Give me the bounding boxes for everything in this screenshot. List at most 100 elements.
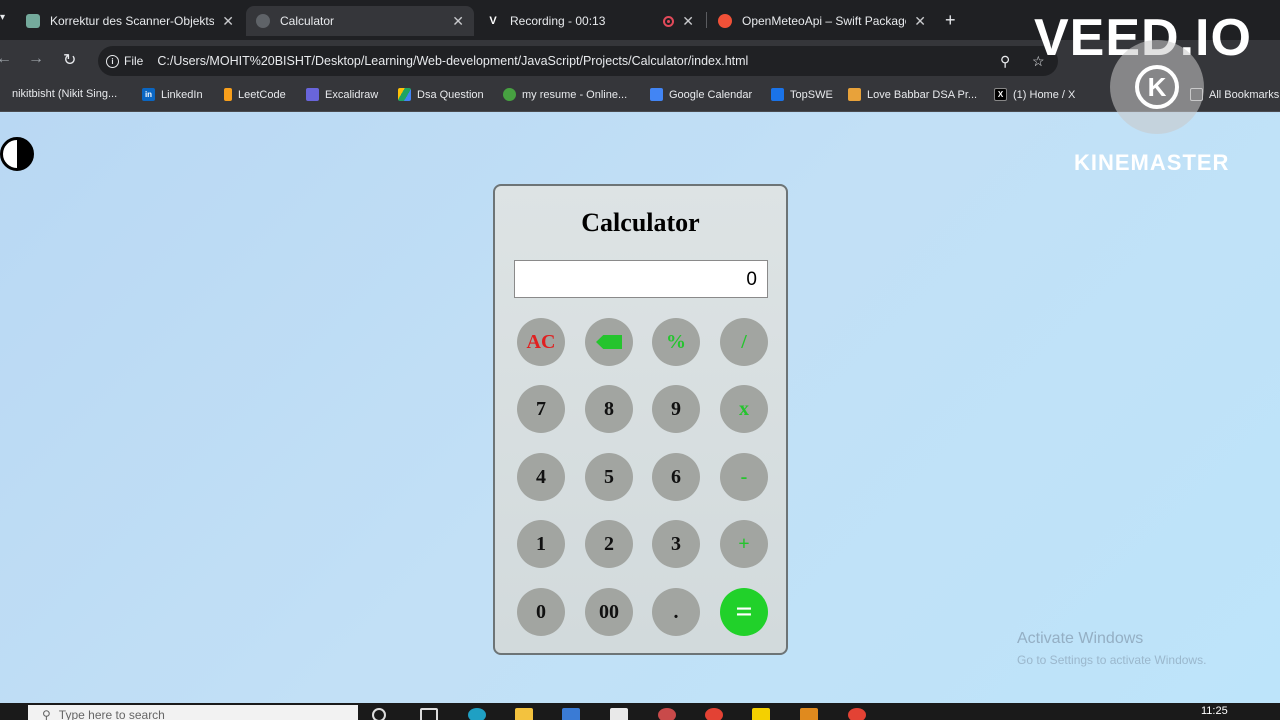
url-text[interactable]: C:/Users/MOHIT%20BISHT/Desktop/Learning/… — [157, 54, 748, 68]
leetcode-icon — [224, 88, 232, 101]
backspace-icon — [596, 335, 622, 349]
kinemaster-k-icon: K — [1135, 65, 1179, 109]
task-view-icon[interactable] — [420, 708, 438, 720]
key-6[interactable]: 6 — [652, 453, 700, 501]
drive-icon — [398, 88, 411, 101]
calculator-display: 0 — [514, 260, 768, 298]
forward-arrow-icon[interactable]: → — [28, 50, 44, 68]
equals-button[interactable]: = — [720, 588, 768, 636]
bookmark-label: LeetCode — [238, 88, 286, 101]
bookmark-label: (1) Home / X — [1013, 88, 1076, 101]
swift-icon — [718, 14, 732, 28]
address-bar[interactable]: i File C:/Users/MOHIT%20BISHT/Desktop/Le… — [98, 46, 1058, 76]
cortana-icon[interactable] — [372, 708, 386, 720]
new-tab-button[interactable]: + — [945, 10, 956, 31]
bookmark-topswe[interactable]: TopSWE — [771, 88, 833, 101]
taskbar-clock[interactable]: 11:25 — [1201, 705, 1228, 717]
file-explorer-icon[interactable] — [515, 708, 533, 720]
percent-button[interactable]: % — [652, 318, 700, 366]
bookmark-dsa-question[interactable]: Dsa Question — [398, 88, 484, 101]
activate-windows-subtitle: Go to Settings to activate Windows. — [1017, 653, 1207, 667]
key-1[interactable]: 1 — [517, 520, 565, 568]
calendar-icon — [650, 88, 663, 101]
tab-search-chevron-icon[interactable]: ▾ — [0, 12, 5, 23]
divide-button[interactable]: / — [720, 318, 768, 366]
bookmark-x-home[interactable]: X (1) Home / X — [994, 88, 1075, 101]
bookmark-label: LinkedIn — [161, 88, 203, 101]
tab-close-icon[interactable]: ✕ — [682, 13, 694, 30]
kinemaster-logo: K — [1110, 40, 1204, 134]
tab-close-icon[interactable]: ✕ — [452, 13, 464, 30]
backspace-button[interactable] — [585, 318, 633, 366]
paint-icon[interactable] — [658, 708, 676, 720]
bookmark-label: Love Babbar DSA Pr... — [867, 88, 978, 101]
edge-icon[interactable] — [468, 708, 486, 720]
globe-icon — [256, 14, 270, 28]
chrome-icon[interactable] — [705, 708, 723, 720]
key-4[interactable]: 4 — [517, 453, 565, 501]
activate-windows-title: Activate Windows — [1017, 630, 1144, 647]
x-icon: X — [994, 88, 1007, 101]
multiply-button[interactable]: x — [720, 385, 768, 433]
key-0[interactable]: 0 — [517, 588, 565, 636]
kinemaster-watermark: KINEMASTER — [1074, 150, 1230, 175]
tab-title: OpenMeteoApi – Swift Package — [742, 14, 907, 28]
key-7[interactable]: 7 — [517, 385, 565, 433]
veed-icon: V — [486, 14, 500, 28]
excalidraw-icon — [306, 88, 319, 101]
sticky-notes-icon[interactable] — [752, 708, 770, 720]
info-icon: i — [106, 54, 119, 68]
bookmark-label: TopSWE — [790, 88, 833, 101]
subtract-button[interactable]: - — [720, 453, 768, 501]
bookmark-resume[interactable]: my resume - Online... — [503, 88, 627, 101]
zoom-icon[interactable]: ⚲ — [1000, 53, 1010, 70]
page-viewport: Calculator 0 AC % / 7 8 9 x 4 5 6 - 1 2 … — [0, 113, 1280, 703]
windows-taskbar: ⚲ Type here to search 11:25 — [0, 703, 1280, 720]
key-3[interactable]: 3 — [652, 520, 700, 568]
back-arrow-icon[interactable]: ← — [0, 50, 12, 68]
tab-separator — [706, 12, 707, 28]
tab-title: Calculator — [280, 14, 335, 28]
tab-close-icon[interactable]: ✕ — [914, 13, 926, 30]
calculator-title: Calculator — [581, 208, 700, 237]
chatgpt-icon — [26, 14, 40, 28]
mail-icon[interactable] — [610, 708, 628, 720]
bookmark-label: Dsa Question — [417, 88, 484, 101]
bookmark-linkedin[interactable]: in LinkedIn — [142, 88, 203, 101]
bookmark-excalidraw[interactable]: Excalidraw — [306, 88, 378, 101]
bookmark-label: my resume - Online... — [522, 88, 628, 101]
clear-button[interactable]: AC — [517, 318, 565, 366]
overleaf-icon — [503, 88, 516, 101]
tab-openmeteo[interactable]: OpenMeteoApi – Swift Package ✕ — [708, 6, 936, 36]
bookmark-label: All Bookmarks — [1209, 88, 1280, 101]
key-9[interactable]: 9 — [652, 385, 700, 433]
calculator-card: Calculator 0 AC % / 7 8 9 x 4 5 6 - 1 2 … — [493, 184, 788, 655]
chrome-active-icon[interactable] — [848, 708, 866, 720]
bookmark-leetcode[interactable]: LeetCode — [224, 88, 286, 101]
site-info-label: File — [124, 54, 144, 68]
bookmark-love-babbar[interactable]: Love Babbar DSA Pr... — [848, 88, 977, 101]
app-icon[interactable] — [800, 708, 818, 720]
store-icon[interactable] — [562, 708, 580, 720]
bookmark-google-calendar[interactable]: Google Calendar — [650, 88, 752, 101]
decimal-button[interactable]: . — [652, 588, 700, 636]
add-button[interactable]: + — [720, 520, 768, 568]
tab-close-icon[interactable]: ✕ — [222, 13, 234, 30]
topswe-icon — [771, 88, 784, 101]
theme-toggle-icon[interactable] — [0, 137, 34, 171]
bookmark-label: nikitbisht (Nikit Sing... — [12, 88, 118, 100]
tab-calculator[interactable]: Calculator ✕ — [246, 6, 474, 36]
bookmark-label: Google Calendar — [669, 88, 753, 101]
key-5[interactable]: 5 — [585, 453, 633, 501]
bookmark-github[interactable]: nikitbisht (Nikit Sing... — [12, 88, 117, 100]
taskbar-search-box[interactable]: ⚲ Type here to search — [28, 705, 358, 720]
search-icon: ⚲ — [42, 708, 51, 720]
site-info-chip[interactable]: i File — [106, 54, 143, 68]
key-2[interactable]: 2 — [585, 520, 633, 568]
tab-recording[interactable]: V Recording - 00:13 ✕ — [476, 6, 704, 36]
reload-icon[interactable]: ↻ — [63, 50, 76, 70]
codehelp-icon — [848, 88, 861, 101]
tab-korrektur[interactable]: Korrektur des Scanner-Objekts ✕ — [16, 6, 244, 36]
key-00[interactable]: 00 — [585, 588, 633, 636]
key-8[interactable]: 8 — [585, 385, 633, 433]
